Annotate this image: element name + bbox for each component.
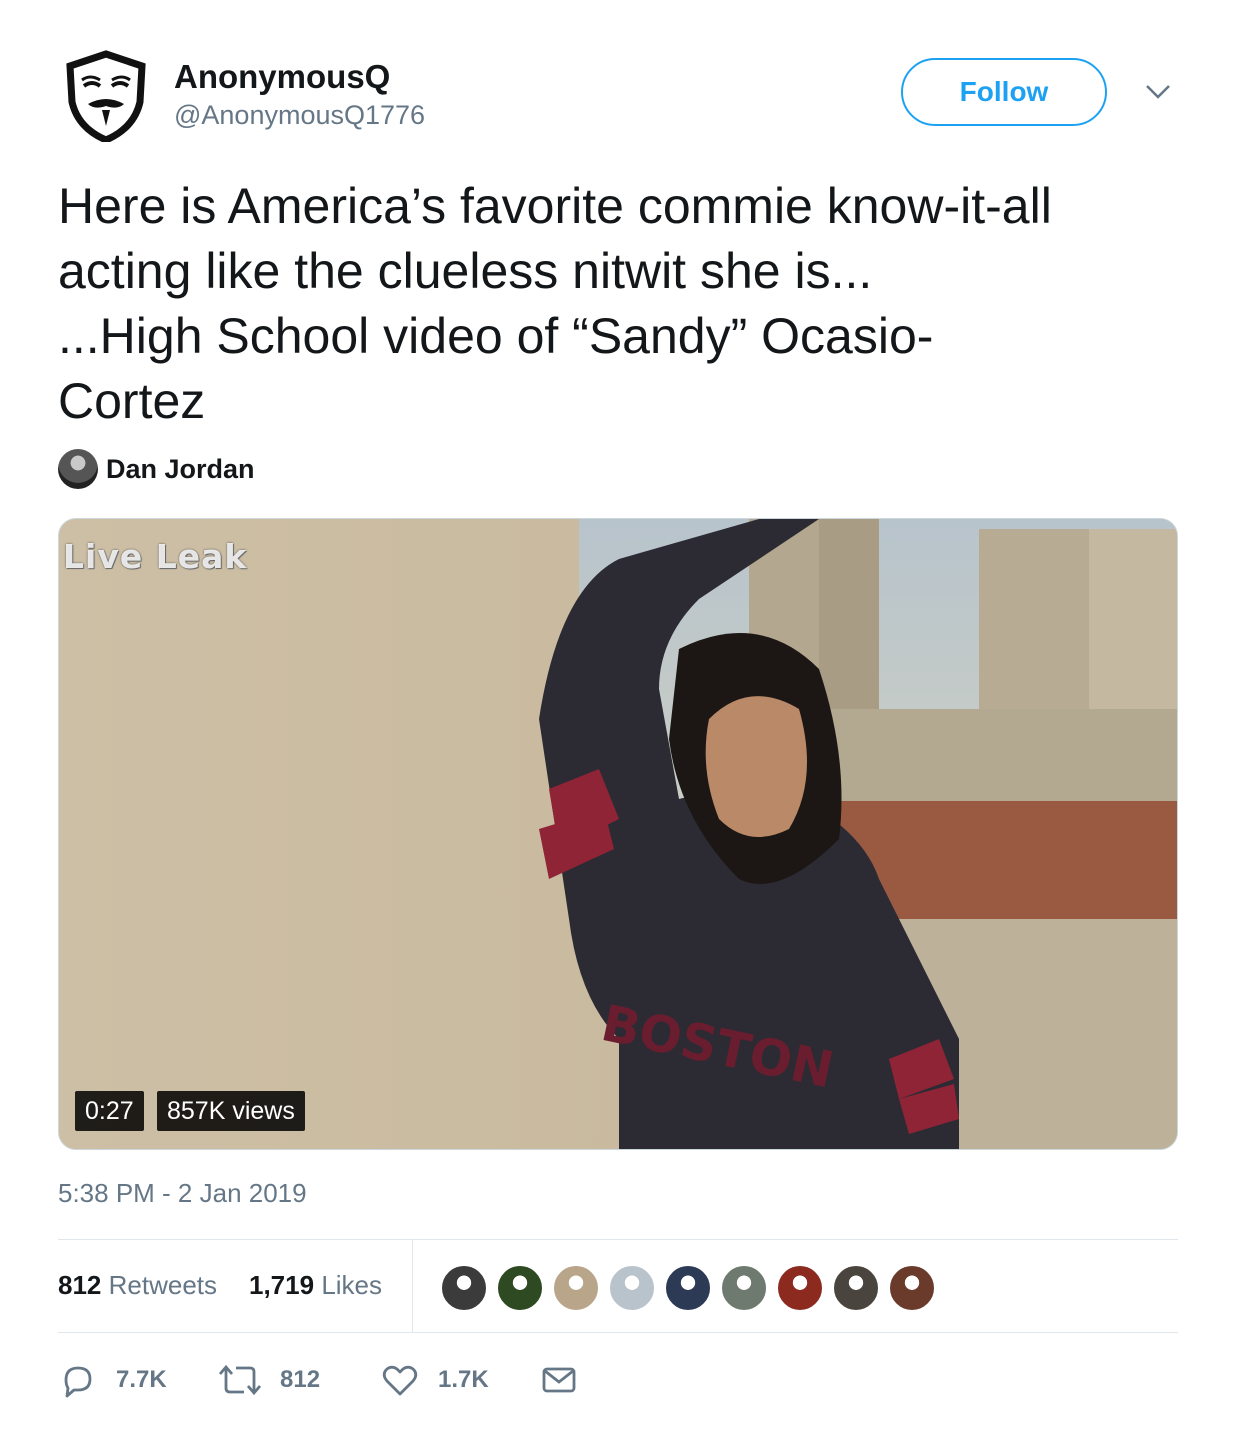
retweet-icon — [218, 1364, 262, 1396]
stats-separator — [412, 1240, 413, 1332]
liker-avatar[interactable] — [608, 1264, 656, 1312]
author-name[interactable]: AnonymousQ — [174, 58, 390, 96]
liker-avatar[interactable] — [888, 1264, 936, 1312]
author-avatar-mask-icon[interactable] — [60, 50, 152, 144]
envelope-icon — [542, 1367, 576, 1393]
liker-avatar[interactable] — [776, 1264, 824, 1312]
tweet-text-line: Cortez — [58, 373, 206, 429]
liker-avatar[interactable] — [720, 1264, 768, 1312]
retweets-label: Retweets — [108, 1270, 218, 1300]
direct-message-action[interactable] — [542, 1360, 594, 1400]
liker-avatar[interactable] — [664, 1264, 712, 1312]
engagement-stats: 812 Retweets 1,719 Likes — [58, 1240, 1178, 1332]
tweet-text-line: acting like the clueless nitwit she is..… — [58, 243, 873, 299]
liker-avatar[interactable] — [440, 1264, 488, 1312]
liker-avatars — [440, 1264, 944, 1314]
tweet-text-line: ...High School video of “Sandy” Ocasio- — [58, 308, 934, 364]
chevron-down-icon[interactable] — [1144, 82, 1172, 102]
video-player[interactable]: BOSTON Live Leak 0:27 857K views — [58, 518, 1178, 1150]
tweet-timestamp[interactable]: 5:38 PM - 2 Jan 2019 — [58, 1178, 307, 1209]
video-views-badge: 857K views — [157, 1091, 305, 1131]
reply-action[interactable]: 7.7K — [58, 1360, 167, 1400]
reply-icon — [64, 1366, 92, 1398]
likes-label: Likes — [321, 1270, 383, 1300]
retweets-stat[interactable]: 812 Retweets — [58, 1270, 217, 1301]
attribution-name: Dan Jordan — [106, 453, 255, 484]
attribution-avatar — [58, 449, 98, 489]
likes-count: 1,719 — [249, 1270, 315, 1300]
retweets-count: 812 — [58, 1270, 102, 1300]
liveleak-watermark: Live Leak — [63, 537, 248, 576]
like-count: 1.7K — [438, 1366, 489, 1393]
divider — [58, 1332, 1178, 1333]
tweet-text: Here is America’s favorite commie know-i… — [58, 174, 1178, 434]
follow-button[interactable]: Follow — [901, 58, 1107, 126]
retweet-action[interactable]: 812 — [218, 1360, 320, 1400]
like-action[interactable]: 1.7K — [380, 1360, 489, 1400]
tweet-text-line: Here is America’s favorite commie know-i… — [58, 178, 1052, 234]
liker-avatar[interactable] — [496, 1264, 544, 1312]
video-frame: BOSTON — [59, 519, 1177, 1149]
liker-avatar[interactable] — [552, 1264, 600, 1312]
reply-count: 7.7K — [116, 1366, 167, 1393]
heart-icon — [382, 1365, 418, 1396]
liker-avatar[interactable] — [832, 1264, 880, 1312]
retweet-count: 812 — [280, 1366, 321, 1393]
likes-stat[interactable]: 1,719 Likes — [249, 1270, 382, 1301]
video-attribution[interactable]: Dan Jordan — [58, 448, 255, 490]
author-handle[interactable]: @AnonymousQ1776 — [174, 100, 425, 131]
video-duration-badge: 0:27 — [75, 1091, 144, 1131]
